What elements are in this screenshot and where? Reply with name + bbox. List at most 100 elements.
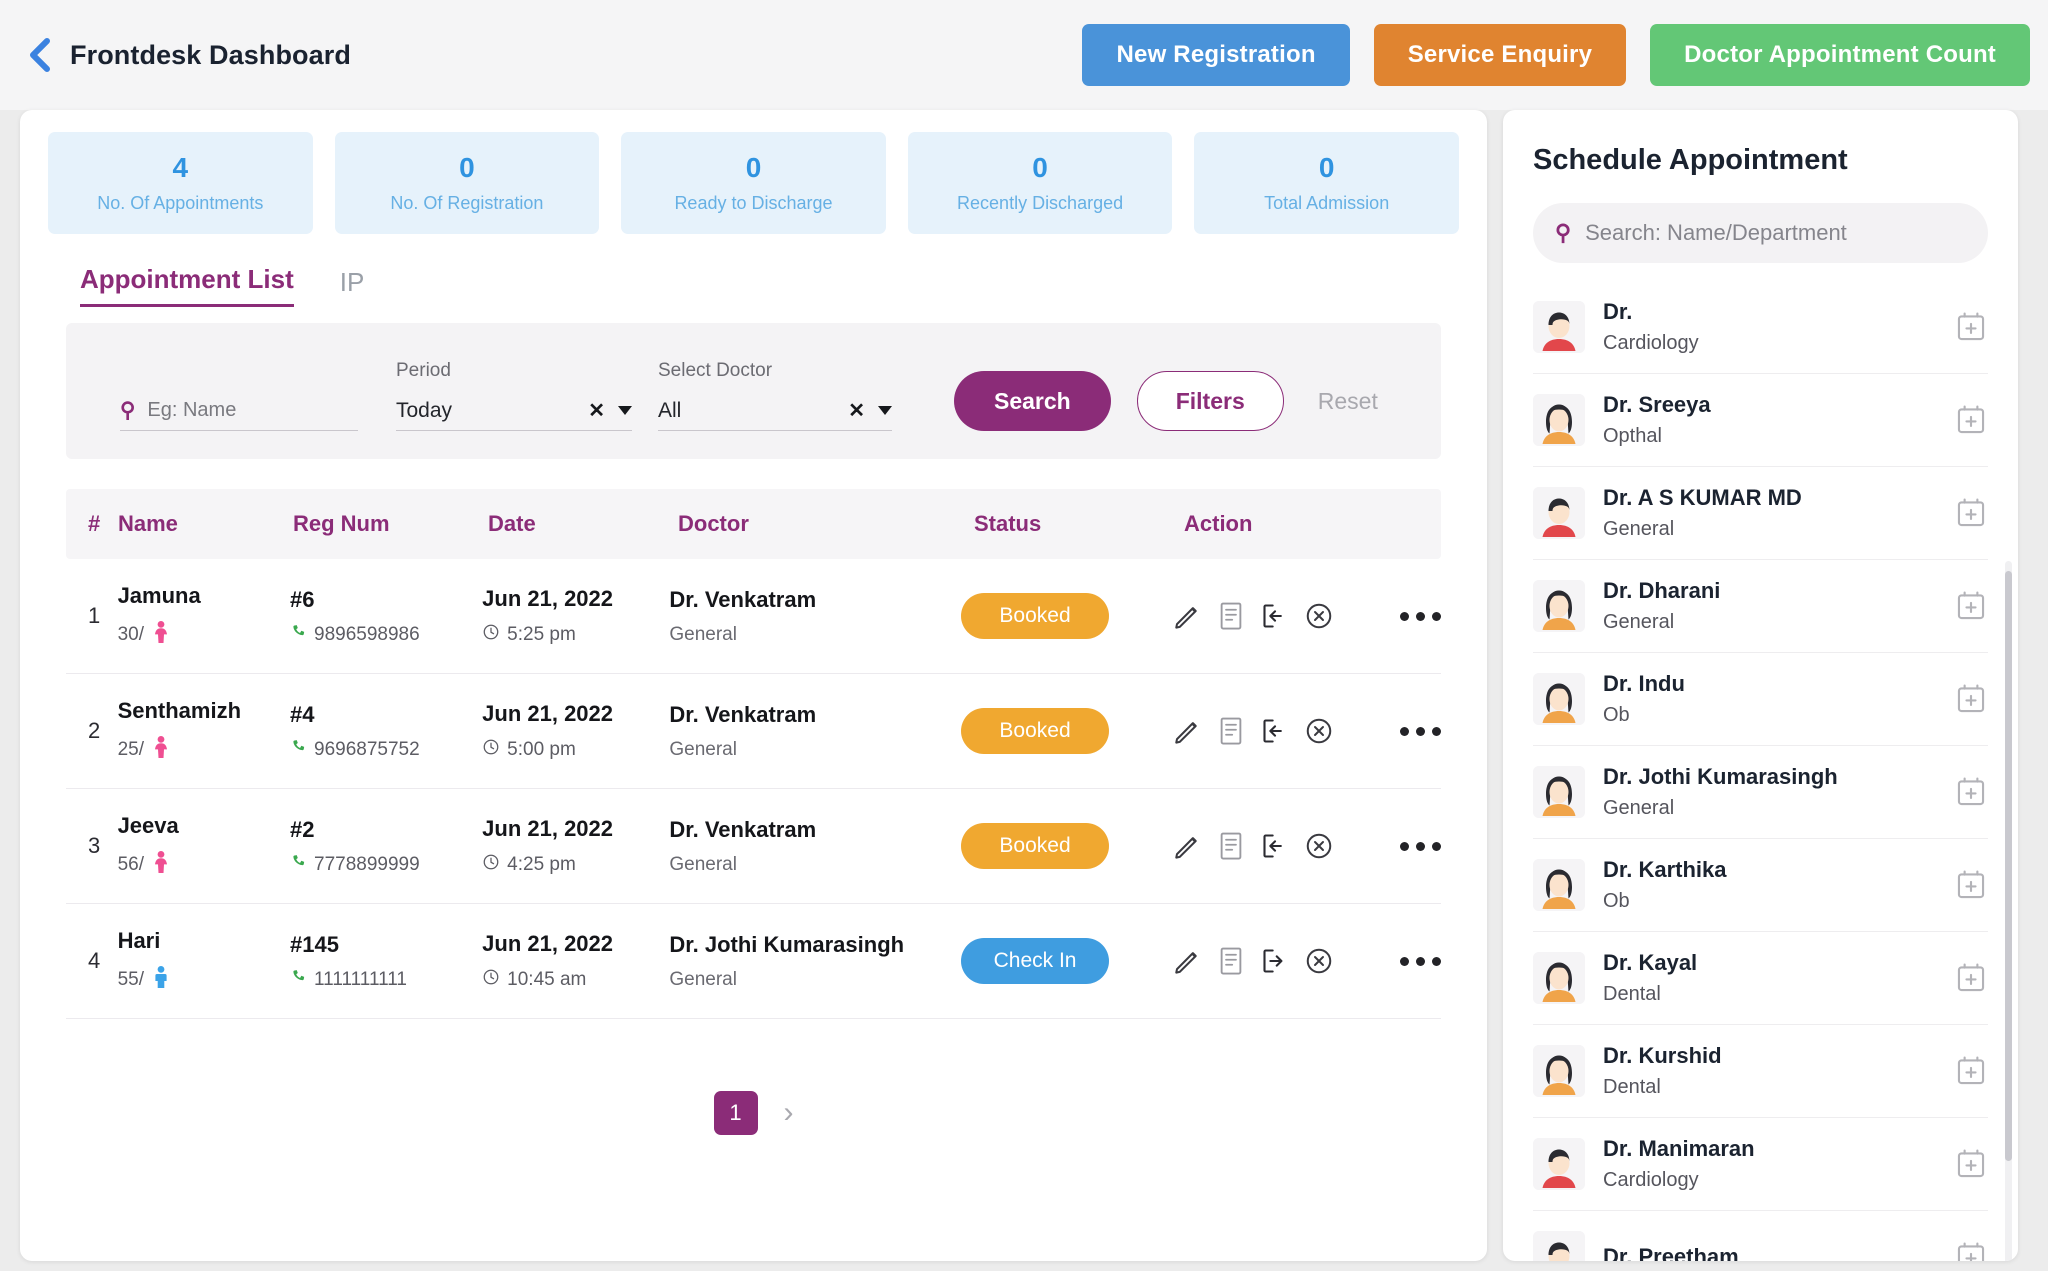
spacer-label: [120, 360, 358, 382]
check-in-icon[interactable]: [1256, 712, 1294, 750]
calendar-add-icon[interactable]: [1954, 1240, 1988, 1261]
calendar-add-icon[interactable]: [1954, 1147, 1988, 1181]
calendar-add-icon[interactable]: [1954, 775, 1988, 809]
doctor-select[interactable]: All: [658, 399, 681, 423]
doctor-list-item[interactable]: Dr. Preetham: [1533, 1211, 1988, 1261]
cancel-icon[interactable]: [1300, 827, 1338, 865]
more-options-icon[interactable]: [1399, 611, 1441, 621]
cancel-icon[interactable]: [1300, 942, 1338, 980]
clock-icon: [482, 623, 500, 647]
top-bar-actions: New Registration Service Enquiry Doctor …: [1082, 24, 2030, 86]
calendar-add-icon[interactable]: [1954, 496, 1988, 530]
cancel-icon[interactable]: [1300, 597, 1338, 635]
tab-appointment-list[interactable]: Appointment List: [80, 264, 294, 307]
gender-icon: [151, 850, 171, 880]
calendar-add-icon[interactable]: [1954, 868, 1988, 902]
stat-card-total-admission[interactable]: 0 Total Admission: [1194, 132, 1459, 234]
doctor-list-item[interactable]: Dr. Cardiology: [1533, 281, 1988, 374]
more-options-icon[interactable]: [1399, 956, 1441, 966]
more-options-icon[interactable]: [1399, 841, 1441, 851]
calendar-add-icon[interactable]: [1954, 403, 1988, 437]
edit-icon[interactable]: [1168, 942, 1206, 980]
document-icon[interactable]: [1212, 597, 1250, 635]
document-icon[interactable]: [1212, 942, 1250, 980]
doctor-list-item[interactable]: Dr. Kurshid Dental: [1533, 1025, 1988, 1118]
calendar-add-icon[interactable]: [1954, 682, 1988, 716]
new-registration-button[interactable]: New Registration: [1082, 24, 1350, 86]
chevron-down-icon[interactable]: [878, 406, 892, 415]
stat-card-recently-discharged[interactable]: 0 Recently Discharged: [907, 132, 1173, 234]
stat-value: 4: [172, 151, 189, 183]
table-row[interactable]: 4 Hari 55/#145 1111111111 Jun 21, 2022 10:45 …: [66, 904, 1441, 1019]
avatar: [1533, 952, 1585, 1004]
doctor-list-item[interactable]: Dr. Manimaran Cardiology: [1533, 1118, 1988, 1211]
stat-label: Total Admission: [1264, 193, 1390, 214]
patient-age-gender: 30/: [118, 620, 290, 650]
clear-doctor-icon[interactable]: ✕: [848, 398, 865, 423]
status-badge[interactable]: Booked: [961, 593, 1110, 639]
search-button[interactable]: Search: [954, 371, 1111, 431]
column-doctor: Doctor: [678, 511, 749, 536]
calendar-add-icon[interactable]: [1954, 589, 1988, 623]
doctor-department: Ob: [1603, 889, 1630, 912]
scrollbar-thumb[interactable]: [2005, 571, 2012, 1161]
calendar-add-icon[interactable]: [1954, 1054, 1988, 1088]
status-badge[interactable]: Check In: [961, 938, 1110, 984]
doctor-search-input[interactable]: Search: Name/Department: [1585, 220, 1847, 246]
doctor-appointment-count-button[interactable]: Doctor Appointment Count: [1650, 24, 2030, 86]
cancel-icon[interactable]: [1300, 712, 1338, 750]
stat-card-registration[interactable]: 0 No. Of Registration: [334, 132, 600, 234]
edit-icon[interactable]: [1168, 712, 1206, 750]
edit-icon[interactable]: [1168, 827, 1206, 865]
avatar: [1533, 301, 1585, 353]
check-in-icon[interactable]: [1256, 827, 1294, 865]
period-select[interactable]: Today: [396, 399, 452, 423]
page-button-1[interactable]: 1: [713, 1091, 758, 1135]
filters-button[interactable]: Filters: [1136, 371, 1284, 431]
tab-ip[interactable]: IP: [340, 267, 365, 307]
avatar: [1533, 580, 1585, 632]
column-reg-num: Reg Num: [293, 511, 390, 536]
avatar: [1533, 394, 1585, 446]
doctor-name: Dr. Venkatram: [669, 702, 817, 728]
table-row[interactable]: 3 Jeeva 56/#2 7778899999 Jun 21, 2022 4:25 pm…: [66, 789, 1441, 904]
doctor-list-item[interactable]: Dr. Indu Ob: [1533, 653, 1988, 746]
more-options-icon[interactable]: [1399, 726, 1441, 736]
appointment-time: 10:45 am: [482, 968, 669, 992]
check-in-icon[interactable]: [1256, 597, 1294, 635]
doctor-search-box[interactable]: ⚲ Search: Name/Department: [1533, 203, 1988, 263]
document-icon[interactable]: [1212, 827, 1250, 865]
filter-bar: ⚲ Eg: Name Period Today ✕ Select Doctor …: [66, 323, 1441, 459]
clear-period-icon[interactable]: ✕: [588, 398, 605, 423]
service-enquiry-button[interactable]: Service Enquiry: [1373, 24, 1627, 86]
chevron-left-icon[interactable]: [22, 33, 56, 77]
doctor-list-item[interactable]: Dr. Karthika Ob: [1533, 839, 1988, 932]
next-page-icon[interactable]: ›: [784, 1098, 794, 1128]
status-badge[interactable]: Booked: [961, 708, 1110, 754]
stat-card-appointments[interactable]: 4 No. Of Appointments: [48, 132, 313, 234]
row-index: 2: [88, 718, 101, 743]
check-in-icon[interactable]: [1256, 942, 1294, 980]
search-icon: ⚲: [1555, 220, 1572, 245]
reset-button[interactable]: Reset: [1318, 371, 1378, 431]
doctor-list-item[interactable]: Dr. Sreeya Opthal: [1533, 374, 1988, 467]
edit-icon[interactable]: [1168, 597, 1206, 635]
chevron-down-icon[interactable]: [618, 406, 632, 415]
doctor-list-item[interactable]: Dr. Dharani General: [1533, 560, 1988, 653]
doctor-name: Dr. Karthika: [1603, 857, 1727, 883]
stat-label: No. Of Registration: [390, 193, 544, 214]
doctor-department: Cardiology: [1603, 331, 1699, 354]
doctor-list-item[interactable]: Dr. A S KUMAR MD General: [1533, 467, 1988, 560]
calendar-add-icon[interactable]: [1954, 961, 1988, 995]
search-input[interactable]: Eg: Name: [147, 399, 236, 422]
stat-card-ready-to-discharge[interactable]: 0 Ready to Discharge: [621, 132, 886, 234]
period-label: Period: [396, 360, 451, 381]
document-icon[interactable]: [1212, 712, 1250, 750]
status-badge[interactable]: Booked: [961, 823, 1110, 869]
doctor-list-item[interactable]: Dr. Jothi Kumarasingh General: [1533, 746, 1988, 839]
table-row[interactable]: 1 Jamuna 30/#6 9896598986 Jun 21, 2022 5:25 p…: [66, 559, 1441, 674]
calendar-add-icon[interactable]: [1954, 310, 1988, 344]
stat-value: 0: [745, 151, 762, 183]
doctor-list-item[interactable]: Dr. Kayal Dental: [1533, 932, 1988, 1025]
table-row[interactable]: 2 Senthamizh 25/#4 9696875752 Jun 21, 2022 5:…: [66, 674, 1441, 789]
